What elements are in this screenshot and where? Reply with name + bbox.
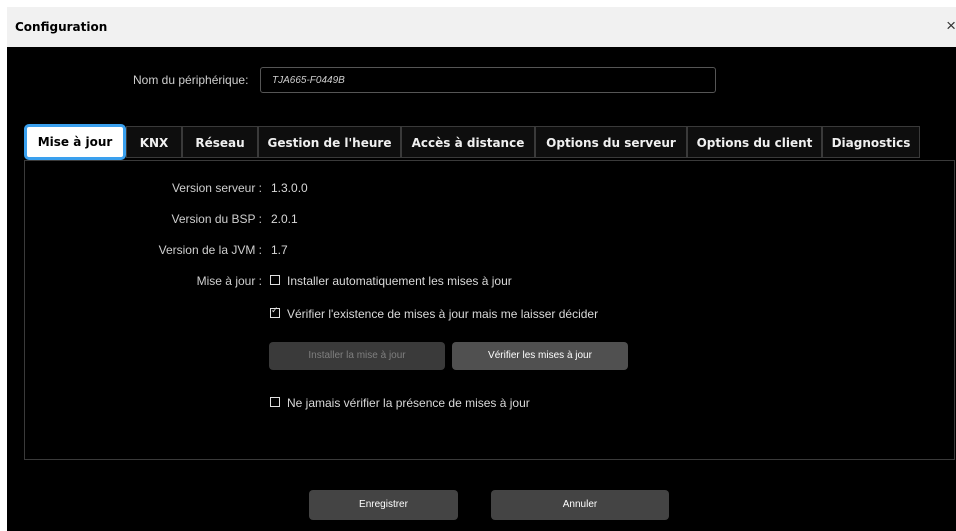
never-check-label: Ne jamais vérifier la présence de mises … [287, 396, 530, 410]
tab-options-client[interactable]: Options du client [687, 126, 822, 158]
auto-install-checkbox[interactable] [270, 275, 280, 285]
cancel-button[interactable]: Annuler [491, 490, 669, 520]
bsp-version-label: Version du BSP : [171, 212, 262, 226]
never-check-checkbox[interactable] [270, 397, 280, 407]
check-updates-button[interactable]: Vérifier les mises à jour [452, 342, 628, 370]
server-version-value: 1.3.0.0 [271, 181, 308, 195]
tab-mise-a-jour[interactable]: Mise à jour [24, 124, 126, 160]
close-icon[interactable]: × [946, 16, 956, 36]
save-button[interactable]: Enregistrer [309, 490, 458, 520]
tab-reseau[interactable]: Réseau [182, 126, 258, 158]
device-name-input[interactable] [260, 67, 716, 93]
title-bar: Configuration × [7, 7, 956, 47]
configuration-dialog: Configuration × Nom du périphérique: Mis… [7, 7, 956, 531]
device-name-label: Nom du périphérique: [133, 73, 249, 87]
bsp-version-value: 2.0.1 [271, 212, 298, 226]
install-update-button[interactable]: Installer la mise à jour [269, 342, 445, 370]
auto-install-label: Installer automatiquement les mises à jo… [287, 274, 512, 288]
jvm-version-label: Version de la JVM : [158, 243, 262, 257]
server-version-label: Version serveur : [171, 181, 262, 195]
check-decide-checkbox[interactable] [270, 305, 280, 318]
tab-options-serveur[interactable]: Options du serveur [535, 126, 687, 158]
window-title: Configuration [15, 20, 108, 34]
tab-gestion-heure[interactable]: Gestion de l'heure [258, 126, 401, 158]
tab-acces-distance[interactable]: Accès à distance [401, 126, 535, 158]
tab-knx[interactable]: KNX [126, 126, 182, 158]
update-mode-label: Mise à jour : [196, 274, 262, 288]
tab-bar: Mise à jour KNX Réseau Gestion de l'heur… [24, 124, 920, 162]
tab-diagnostics[interactable]: Diagnostics [822, 126, 920, 158]
check-decide-label: Vérifier l'existence de mises à jour mai… [287, 307, 599, 321]
jvm-version-value: 1.7 [271, 243, 288, 257]
